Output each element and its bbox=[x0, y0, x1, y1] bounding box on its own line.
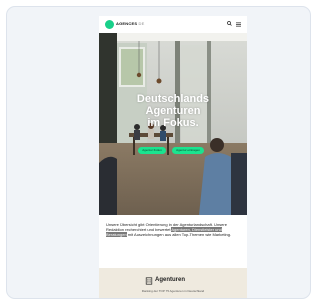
intro-paragraph: Unsere Übersicht gibt Orientierung in de… bbox=[106, 222, 241, 238]
intro-text: Unsere Übersicht gibt Orientierung in de… bbox=[106, 222, 241, 238]
search-icon[interactable] bbox=[227, 21, 232, 26]
agencies-title: Agenturen bbox=[155, 277, 185, 283]
intro-text-after: mit Auszeichnungen aus allen Top-Themen … bbox=[126, 232, 232, 238]
hero-headline: Deutschlands Agenturen im Fokus. bbox=[103, 93, 243, 129]
register-agency-button[interactable]: Agentur eintragen bbox=[172, 147, 204, 154]
hero-headline-line-1: Deutschlands bbox=[136, 93, 210, 105]
brand-suffix: DE bbox=[138, 21, 145, 26]
mobile-page-preview: AGENCES DE Deutschlands Agenturen im Fok… bbox=[99, 16, 247, 298]
hero-headline-line-3: im Fokus. bbox=[147, 117, 199, 129]
hero-headline-line-2: Agenturen bbox=[145, 105, 201, 117]
brand-name-text: AGENCES bbox=[116, 21, 138, 26]
building-icon bbox=[145, 277, 153, 285]
find-agency-button[interactable]: Agentur finden bbox=[138, 147, 166, 154]
hero-section: Deutschlands Agenturen im Fokus. Agentur… bbox=[99, 33, 247, 215]
site-header: AGENCES DE bbox=[99, 16, 247, 33]
agencies-subtitle: Ranking der TOP 75 Agenturen in Deutschl… bbox=[141, 289, 205, 293]
brand-logo-icon[interactable] bbox=[105, 20, 114, 29]
brand-name[interactable]: AGENCES DE bbox=[116, 21, 144, 26]
agencies-teaser: Agenturen Ranking der TOP 75 Agenturen i… bbox=[99, 268, 247, 298]
hamburger-menu-icon[interactable] bbox=[236, 22, 241, 27]
preview-card: AGENCES DE Deutschlands Agenturen im Fok… bbox=[6, 6, 311, 299]
